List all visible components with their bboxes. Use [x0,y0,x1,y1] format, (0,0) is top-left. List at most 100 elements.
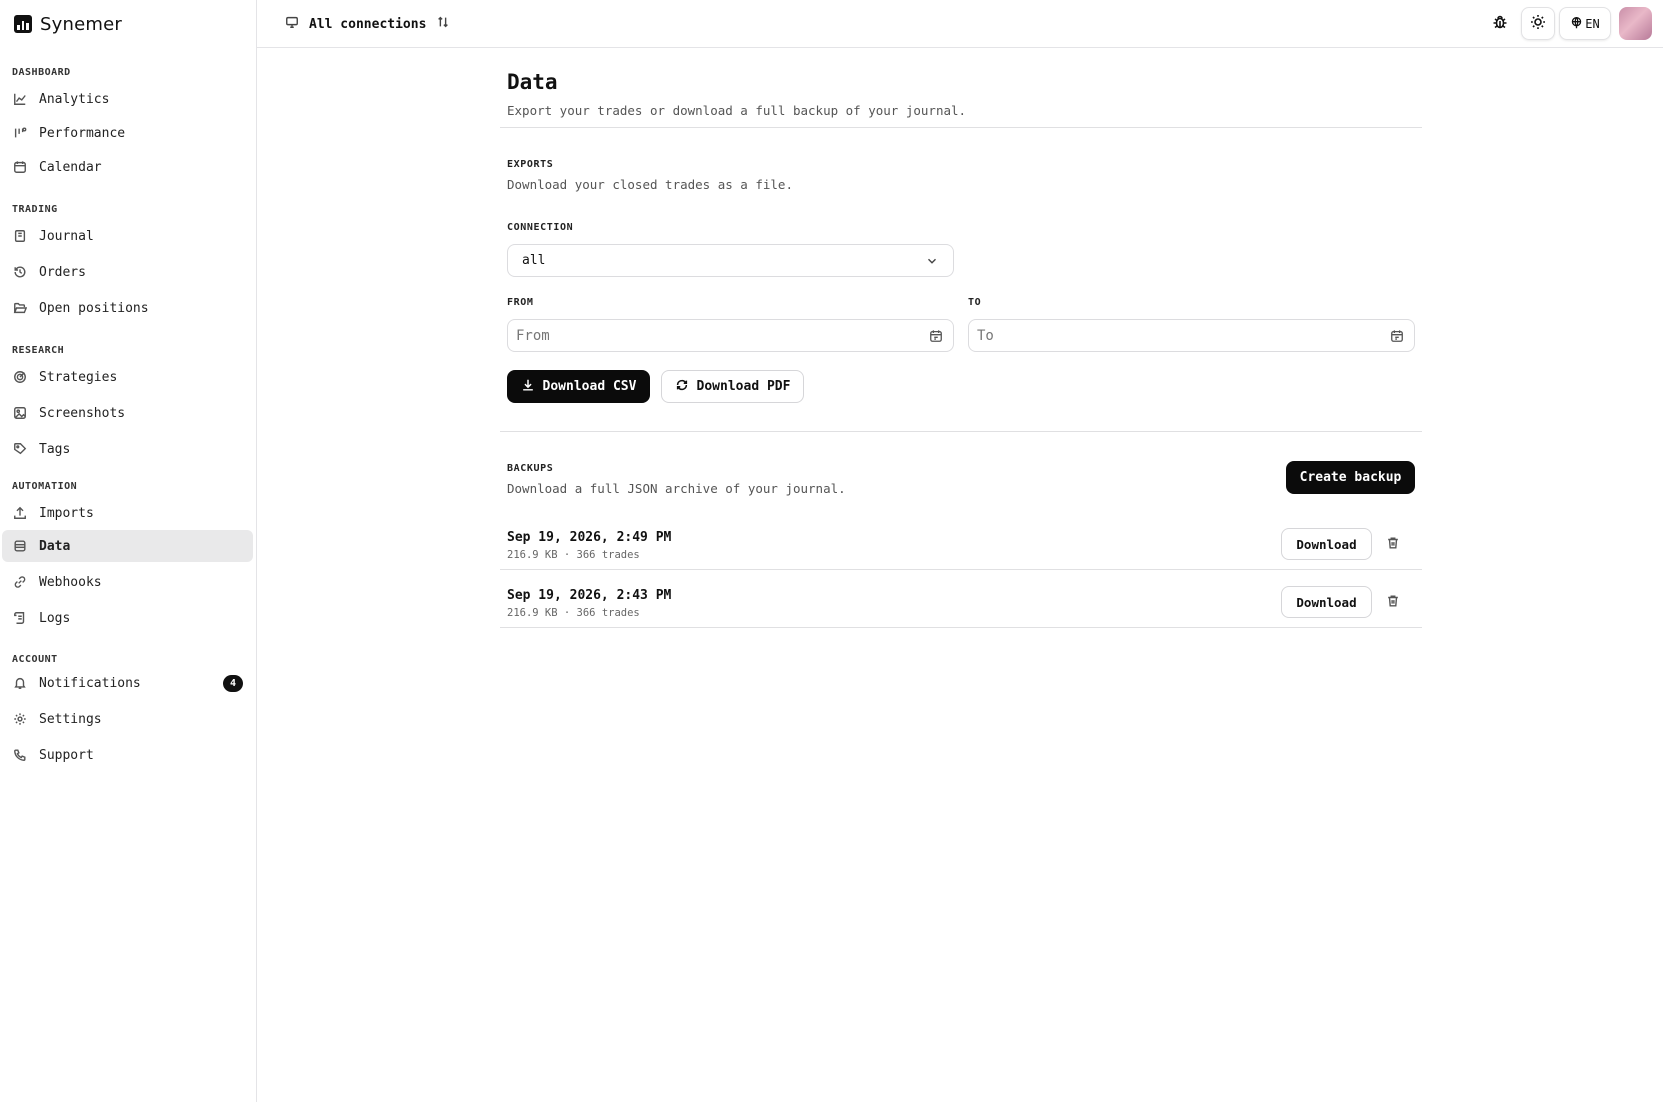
bar-gauge-icon [13,126,27,140]
sidebar-item-label: Strategies [39,369,118,385]
sort-arrows-icon [436,15,450,33]
sidebar-item-label: Tags [39,441,71,457]
to-date-input[interactable]: To [968,319,1415,352]
sidebar-item-imports[interactable]: Imports [2,497,253,529]
connection-switcher[interactable]: All connections [285,12,450,36]
from-date-input[interactable]: From [507,319,954,352]
chevron-down-icon [925,254,939,272]
backup-download-label: Download [1296,594,1357,610]
sidebar-item-label: Webhooks [39,574,102,590]
sidebar-item-label: Screenshots [39,405,126,421]
divider [500,127,1422,128]
download-icon [521,378,535,396]
download-csv-button[interactable]: Download CSV [507,370,650,403]
from-label: FROM [507,297,534,308]
backup-date: Sep 19, 2026, 2:49 PM [507,530,672,545]
calendar-icon[interactable] [929,329,943,347]
page-subtitle: Export your trades or download a full ba… [507,103,967,118]
create-backup-label: Create backup [1299,470,1402,485]
image-icon [13,406,27,420]
divider [500,569,1422,570]
sidebar-item-label: Notifications [39,675,141,691]
to-date-placeholder: To [977,327,994,344]
sidebar: Synemer DASHBOARD Analytics Performance … [0,0,257,1102]
sidebar-item-logs[interactable]: Logs [2,602,253,634]
globe-pin-icon [1570,16,1583,32]
bar-chart-logo-icon [14,15,32,33]
sidebar-item-analytics[interactable]: Analytics [2,83,253,115]
sidebar-item-journal[interactable]: Journal [2,220,253,252]
backup-meta: 216.9 KB · 366 trades [507,607,640,619]
refresh-icon [675,378,689,396]
sidebar-item-screenshots[interactable]: Screenshots [2,397,253,429]
sidebar-item-notifications[interactable]: Notifications 4 [2,667,253,699]
sidebar-item-calendar[interactable]: Calendar [2,151,253,183]
link-icon [13,575,27,589]
backups-description: Download a full JSON archive of your jou… [507,481,846,496]
sidebar-item-label: Orders [39,264,86,280]
download-pdf-button[interactable]: Download PDF [661,370,804,403]
sidebar-item-tags[interactable]: Tags [2,433,253,465]
sidebar-item-label: Logs [39,610,71,626]
download-pdf-label: Download PDF [696,379,791,394]
language-label: EN [1585,16,1600,31]
sidebar-item-label: Settings [39,711,102,727]
exports-heading: EXPORTS [507,159,554,170]
phone-icon [13,748,27,762]
section-label-automation: AUTOMATION [12,481,78,492]
create-backup-button[interactable]: Create backup [1286,461,1415,494]
download-csv-label: Download CSV [542,379,637,394]
sidebar-item-label: Open positions [39,300,149,316]
line-chart-icon [13,92,27,106]
database-icon [13,539,27,553]
connection-select-value: all [522,253,546,268]
bug-report-button[interactable] [1484,7,1516,40]
page-title: Data [507,70,558,94]
section-label-account: ACCOUNT [12,654,58,665]
sidebar-item-performance[interactable]: Performance [2,117,253,149]
backup-row: Sep 19, 2026, 2:49 PM 216.9 KB · 366 tra… [500,515,1422,573]
backups-heading: BACKUPS [507,463,554,474]
topbar: All connections EN [257,0,1663,48]
language-button[interactable]: EN [1559,7,1611,40]
history-icon [13,265,27,279]
backup-date: Sep 19, 2026, 2:43 PM [507,588,672,603]
sidebar-item-label: Calendar [39,159,102,175]
section-label-dashboard: DASHBOARD [12,67,71,78]
gear-icon [13,712,27,726]
sidebar-item-label: Data [39,538,71,554]
sidebar-item-label: Imports [39,505,94,521]
sidebar-item-label: Analytics [39,91,110,107]
upload-icon [13,506,27,520]
bell-icon [13,676,27,690]
section-label-trading: TRADING [12,204,58,215]
target-icon [13,370,27,384]
sidebar-item-label: Journal [39,228,94,244]
sidebar-item-orders[interactable]: Orders [2,256,253,288]
connection-label: CONNECTION [507,222,574,233]
exports-description: Download your closed trades as a file. [507,177,793,192]
trash-icon[interactable] [1386,594,1402,610]
backup-download-button[interactable]: Download [1281,528,1372,560]
connection-select[interactable]: all [507,244,954,277]
backup-meta: 216.9 KB · 366 trades [507,549,640,561]
sidebar-item-settings[interactable]: Settings [2,703,253,735]
sidebar-item-data[interactable]: Data [2,530,253,562]
backup-download-button[interactable]: Download [1281,586,1372,618]
sidebar-item-strategies[interactable]: Strategies [2,361,253,393]
sidebar-item-webhooks[interactable]: Webhooks [2,566,253,598]
sidebar-item-support[interactable]: Support [2,739,253,771]
sidebar-item-label: Performance [39,125,126,141]
theme-toggle-button[interactable] [1521,7,1555,40]
trash-icon[interactable] [1386,536,1402,552]
sun-icon [1530,14,1546,34]
calendar-icon[interactable] [1390,329,1404,347]
divider [500,627,1422,628]
connection-switcher-label: All connections [309,16,427,32]
brand[interactable]: Synemer [14,12,122,36]
divider [500,431,1422,432]
user-avatar[interactable] [1619,7,1652,40]
section-label-research: RESEARCH [12,345,65,356]
from-date-placeholder: From [516,327,550,344]
sidebar-item-open-positions[interactable]: Open positions [2,292,253,324]
